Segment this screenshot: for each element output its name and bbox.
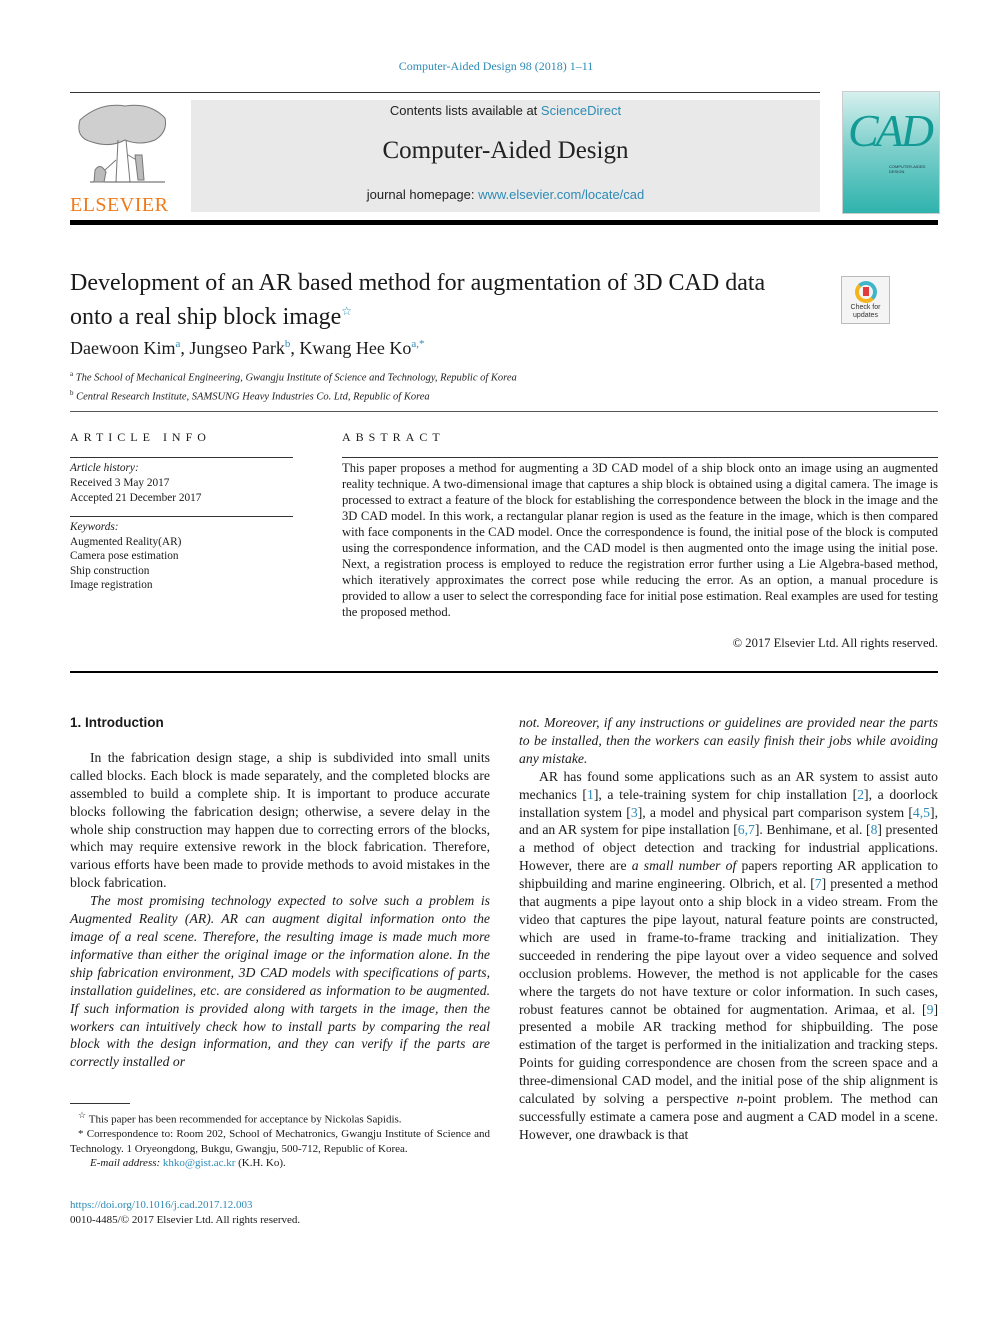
divider xyxy=(70,457,293,458)
asterisk-icon: * xyxy=(78,1128,84,1141)
text-run: ], a model and physical part comparison … xyxy=(637,804,913,820)
check-for-updates-button[interactable]: Check for updates xyxy=(841,276,890,324)
received-date: Received 3 May 2017 xyxy=(70,477,170,489)
keyword: Camera pose estimation xyxy=(70,550,179,563)
author-name: Kwang Hee Ko xyxy=(299,338,412,358)
email-label: E-mail address: xyxy=(90,1157,161,1170)
contents-line: Contents lists available at ScienceDirec… xyxy=(191,103,820,118)
abstract-heading: ABSTRACT xyxy=(342,430,445,444)
divider xyxy=(70,516,293,517)
accepted-date: Accepted 21 December 2017 xyxy=(70,492,202,504)
section-heading: 1. Introduction xyxy=(70,715,164,730)
divider xyxy=(70,411,938,412)
citation-link[interactable]: 3 xyxy=(631,805,638,820)
citation-link[interactable]: 1 xyxy=(587,787,594,802)
author-affil-sup[interactable]: a,* xyxy=(411,338,424,350)
cover-title: CAD xyxy=(848,105,934,156)
citation-link[interactable]: 2 xyxy=(857,787,864,802)
keyword: Ship construction xyxy=(70,564,150,577)
divider xyxy=(70,671,938,673)
paragraph: AR has found some applications such as a… xyxy=(519,768,938,1144)
keyword: Augmented Reality(AR) xyxy=(70,535,182,548)
doi-block: https://doi.org/10.1016/j.cad.2017.12.00… xyxy=(70,1198,300,1227)
article-history: Article history: Received 3 May 2017 Acc… xyxy=(70,461,201,506)
email-suffix: (K.H. Ko). xyxy=(235,1157,286,1170)
keywords: Keywords: Augmented Reality(AR) Camera p… xyxy=(70,520,181,593)
doi-link[interactable]: https://doi.org/10.1016/j.cad.2017.12.00… xyxy=(70,1199,253,1211)
abstract-copyright: © 2017 Elsevier Ltd. All rights reserved… xyxy=(732,636,938,650)
check-updates-icon xyxy=(854,281,877,303)
homepage-prefix: journal homepage: xyxy=(366,187,479,202)
paragraph: In the fabrication design stage, a ship … xyxy=(70,749,490,891)
elsevier-logo[interactable]: ELSEVIER xyxy=(70,100,180,216)
masthead-rule xyxy=(70,92,820,93)
text-run: ], a tele-training system for chip insta… xyxy=(593,786,858,802)
author-name: Daewoon Kim xyxy=(70,338,176,358)
affiliation: a The School of Mechanical Engineering, … xyxy=(70,367,517,386)
masthead-thick-rule xyxy=(70,220,938,225)
contents-prefix: Contents lists available at xyxy=(389,103,541,118)
footnote-rule xyxy=(70,1103,130,1104)
paragraph: not. Moreover, if any instructions or gu… xyxy=(519,715,938,766)
journal-cover-thumbnail[interactable]: CAD COMPUTER-AIDED DESIGN xyxy=(842,91,940,214)
paragraph: The most promising technology expected t… xyxy=(70,893,490,1070)
author-name: Jungseo Park xyxy=(189,338,285,358)
check-updates-label: Check for updates xyxy=(850,304,881,319)
author[interactable]: Daewoon Kima xyxy=(70,338,180,358)
affil-label: b xyxy=(70,388,74,397)
body-column-left: 1. Introduction In the fabrication desig… xyxy=(70,714,490,1071)
affil-text: Central Research Institute, SAMSUNG Heav… xyxy=(76,391,430,402)
emphasis-text: a small number of xyxy=(631,858,737,874)
keywords-label: Keywords: xyxy=(70,521,119,533)
article-title-text: Development of an AR based method for au… xyxy=(70,270,766,330)
citation-link[interactable]: 6,7 xyxy=(738,822,755,837)
cover-subtitle: COMPUTER-AIDED DESIGN xyxy=(889,164,926,174)
journal-banner: Contents lists available at ScienceDirec… xyxy=(191,100,820,212)
running-header[interactable]: Computer-Aided Design 98 (2018) 1–11 xyxy=(0,59,992,74)
footnotes: ☆ This paper has been recommended for ac… xyxy=(70,1108,490,1171)
footnote-text: Correspondence to: Room 202, School of M… xyxy=(70,1128,490,1155)
body-column-right: not. Moreover, if any instructions or gu… xyxy=(519,714,938,1144)
sciencedirect-link[interactable]: ScienceDirect xyxy=(541,103,621,118)
footnote: * Correspondence to: Room 202, School of… xyxy=(70,1127,490,1156)
citation-link[interactable]: 4,5 xyxy=(913,805,930,820)
affil-text: The School of Mechanical Engineering, Gw… xyxy=(75,372,517,384)
email-footnote: E-mail address: khko@gist.ac.kr (K.H. Ko… xyxy=(70,1156,490,1171)
affil-label: a xyxy=(70,370,74,378)
divider xyxy=(342,457,938,458)
footnote: ☆ This paper has been recommended for ac… xyxy=(70,1108,490,1127)
text-run: ] presented a method that augments a pip… xyxy=(519,876,938,1017)
footnote-star-icon: ☆ xyxy=(78,1110,87,1120)
citation-link[interactable]: 7 xyxy=(815,876,822,891)
article-info-heading: ARTICLE INFO xyxy=(70,430,211,444)
abstract-text: This paper proposes a method for augment… xyxy=(342,461,938,619)
journal-name: Computer-Aided Design xyxy=(382,137,629,164)
homepage-link[interactable]: www.elsevier.com/locate/cad xyxy=(478,187,644,202)
author-list: Daewoon Kima, Jungseo Parkb, Kwang Hee K… xyxy=(70,338,424,359)
elsevier-tree-icon xyxy=(78,104,166,183)
author[interactable]: Jungseo Parkb xyxy=(189,338,290,358)
email-link[interactable]: khko@gist.ac.kr xyxy=(163,1157,235,1169)
title-footnote-star-icon[interactable]: ☆ xyxy=(341,304,352,318)
history-label: Article history: xyxy=(70,462,139,474)
affiliations: a The School of Mechanical Engineering, … xyxy=(70,367,517,404)
text-run: ]. Benhimane, et al. [ xyxy=(754,822,871,838)
author[interactable]: Kwang Hee Koa,* xyxy=(299,338,424,358)
footnote-text: This paper has been recommended for acce… xyxy=(88,1113,402,1126)
homepage-line: journal homepage: www.elsevier.com/locat… xyxy=(191,187,820,202)
publisher-logo-text: ELSEVIER xyxy=(70,194,169,216)
keyword: Image registration xyxy=(70,579,153,592)
affiliation: b Central Research Institute, SAMSUNG He… xyxy=(70,386,517,405)
article-title: Development of an AR based method for au… xyxy=(70,269,810,331)
issn-copyright: 0010-4485/© 2017 Elsevier Ltd. All right… xyxy=(70,1213,301,1226)
